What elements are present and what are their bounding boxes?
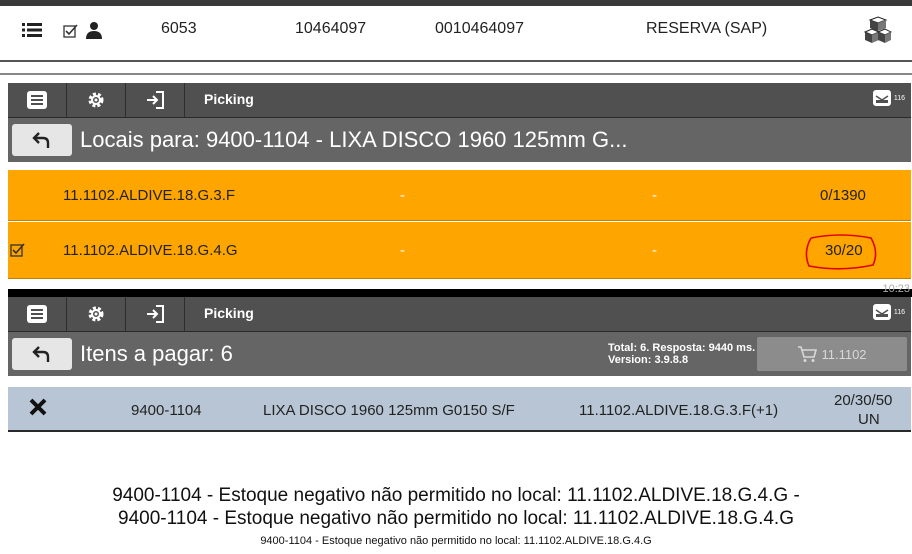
status-clock: 10:23 <box>882 283 910 295</box>
back-button[interactable] <box>12 124 72 156</box>
location-code: 11.1102.ALDIVE.18.G.4.G <box>63 242 238 259</box>
item-code: 9400-1104 <box>131 402 202 419</box>
screen-header: Itens a pagar: 6 Total: 6. Resposta: 944… <box>8 332 911 376</box>
sign-in-icon <box>147 91 164 109</box>
item-quantity: 20/30/50 <box>834 392 893 409</box>
notification-count: 116 <box>893 94 905 102</box>
item-row[interactable]: 9400-1104 LIXA DISCO 1960 125mm G0150 S/… <box>8 387 911 430</box>
cart-button[interactable]: 11.1102 <box>757 337 907 371</box>
sign-in-icon <box>147 305 164 323</box>
cart-label: 11.1102 <box>821 346 867 362</box>
gear-icon <box>88 92 104 108</box>
app-title: Picking <box>204 91 254 107</box>
app-title: Picking <box>204 305 254 321</box>
screen-title: Locais para: 9400-1104 - LIXA DISCO 1960… <box>80 127 628 152</box>
mail-icon <box>872 304 891 320</box>
item-location: 11.1102.ALDIVE.18.G.3.F(+1) <box>579 402 779 419</box>
location-col3: - <box>652 187 657 204</box>
location-code: 11.1102.ALDIVE.18.G.3.F <box>63 187 236 204</box>
checkbox-checked-icon[interactable] <box>10 242 26 262</box>
item-unit: UN <box>858 411 880 428</box>
menu-icon <box>27 305 47 323</box>
menu-button[interactable] <box>8 297 67 331</box>
notifications-button[interactable]: 116 <box>872 88 905 108</box>
panel-separator <box>0 73 912 75</box>
notifications-button[interactable]: 116 <box>872 302 905 322</box>
location-row[interactable]: 11.1102.ALDIVE.18.G.4.G - - 30/20 <box>8 222 911 279</box>
row-number-padded: 0010464097 <box>435 20 524 37</box>
error-message: 9400-1104 - Estoque negativo não permiti… <box>118 508 794 529</box>
user-icon <box>83 20 103 45</box>
screen-header: Locais para: 9400-1104 - LIXA DISCO 1960… <box>8 118 911 162</box>
version-info: Version: 3.9.8.8 <box>608 354 689 366</box>
menu-icon <box>27 91 47 109</box>
back-button[interactable] <box>12 338 72 370</box>
menu-button[interactable] <box>8 83 67 117</box>
location-col2: - <box>400 187 405 204</box>
row-divider <box>0 60 912 62</box>
app-toolbar: Picking 116 <box>8 297 911 332</box>
cart-icon <box>798 346 818 362</box>
response-total: Total: 6. Resposta: 9440 ms. <box>608 342 756 354</box>
notification-count: 116 <box>893 308 905 316</box>
boxes-icon[interactable] <box>863 16 893 51</box>
mail-icon <box>872 90 891 106</box>
close-icon[interactable] <box>28 397 48 421</box>
location-col2: - <box>400 242 405 259</box>
row-source: RESERVA (SAP) <box>646 20 768 37</box>
error-message: 9400-1104 - Estoque negativo não permiti… <box>260 535 652 547</box>
settings-button[interactable] <box>67 83 126 117</box>
logout-button[interactable] <box>126 297 185 331</box>
back-arrow-icon <box>32 132 50 148</box>
row-code: 6053 <box>161 20 197 37</box>
checkbox-checked-icon[interactable] <box>63 23 79 44</box>
location-row[interactable]: 11.1102.ALDIVE.18.G.3.F - - 0/1390 <box>8 170 911 221</box>
list-icon[interactable] <box>22 22 42 43</box>
status-bar <box>8 289 912 297</box>
row-number: 10464097 <box>295 20 367 37</box>
settings-button[interactable] <box>67 297 126 331</box>
location-quantity: 0/1390 <box>820 187 866 204</box>
logout-button[interactable] <box>126 83 185 117</box>
back-arrow-icon <box>32 346 50 362</box>
gear-icon <box>88 306 104 322</box>
location-col3: - <box>652 242 657 259</box>
top-border <box>0 0 912 6</box>
top-list-row-panel: 6053 10464097 0010464097 RESERVA (SAP) <box>0 0 912 62</box>
app-toolbar: Picking 116 <box>8 83 911 118</box>
row-bottom-border <box>8 430 911 432</box>
response-info: Total: 6. Resposta: 9440 ms. Version: 3.… <box>608 342 755 366</box>
highlight-circle-annotation <box>805 234 877 270</box>
item-description: LIXA DISCO 1960 125mm G0150 S/F <box>263 402 515 419</box>
screen-title: Itens a pagar: 6 <box>80 341 233 366</box>
error-message: 9400-1104 - Estoque negativo não permiti… <box>112 485 800 506</box>
